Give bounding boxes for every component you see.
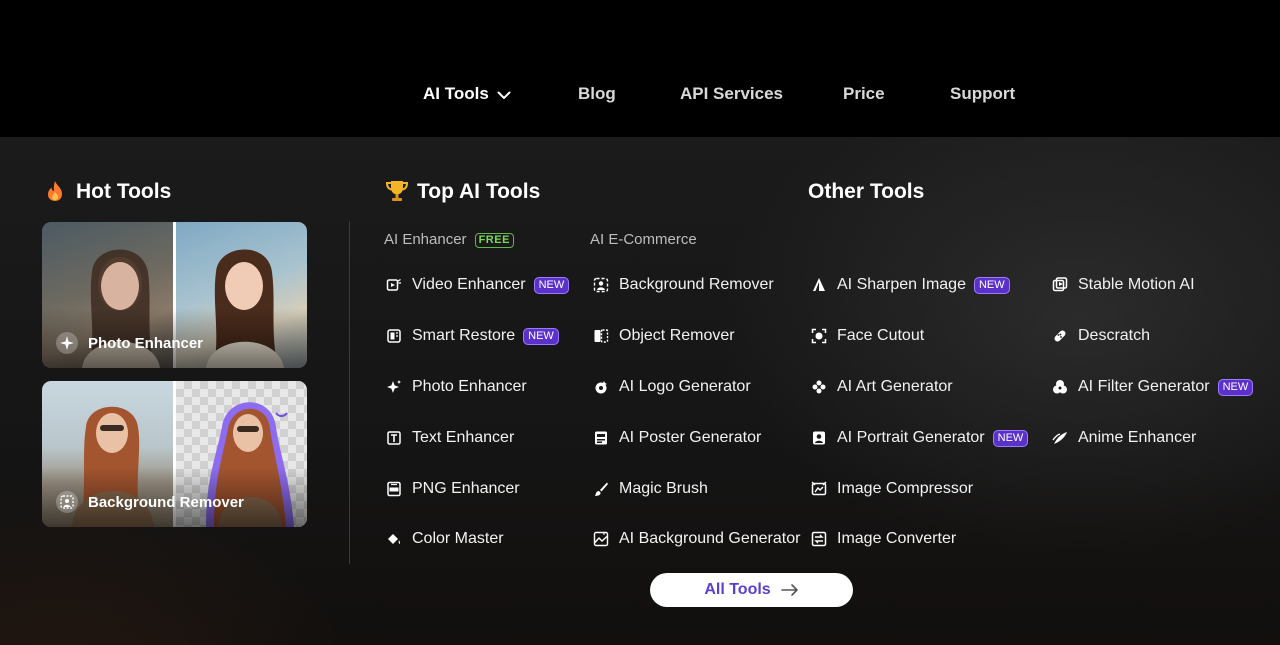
nav-support[interactable]: Support [950,84,1015,104]
text-icon [386,430,402,446]
menu-item-label: Color Master [412,530,504,547]
all-tools-label: All Tools [704,581,771,598]
png-icon [386,481,402,497]
ai-enhancer-heading: AI Enhancer FREE [384,231,514,248]
top-ai-tools-title: Top AI Tools [417,180,541,203]
portrait-icon [811,430,827,446]
free-badge: FREE [474,232,514,248]
face-cutout-icon [811,328,827,344]
card-label: Photo Enhancer [88,335,204,352]
poster-icon [593,430,609,446]
menu-item-image-compressor[interactable]: Image Compressor [811,478,973,500]
all-tools-button[interactable]: All Tools [650,573,853,607]
card-label: Background Remover [88,494,244,511]
sparkle-icon [386,379,402,395]
menu-item-label: Image Compressor [837,480,974,497]
new-badge: NEW [523,327,559,345]
bg-remove-icon [593,277,609,293]
menu-item-label: Anime Enhancer [1078,429,1197,446]
ai-ecommerce-heading: AI E-Commerce [590,231,697,248]
menu-item-label: Stable Motion AI [1078,276,1195,293]
nav-price[interactable]: Price [843,84,885,104]
menu-item-image-converter[interactable]: Image Converter [811,528,956,550]
brush-icon [593,481,609,497]
other-tools-title: Other Tools [808,180,925,203]
hot-tools-title: Hot Tools [76,180,172,203]
menu-item-label: Face Cutout [837,327,925,344]
menu-item-label: AI Art Generator [837,378,953,395]
menu-item-descratch[interactable]: Descratch [1052,325,1150,347]
menu-item-png-enhancer[interactable]: PNG Enhancer [386,478,520,500]
video-icon [386,277,402,293]
sharpen-icon [811,277,827,293]
sparkle-icon [56,332,78,354]
anime-icon [1052,430,1068,446]
menu-item-ai-sharpen-image[interactable]: AI Sharpen Image NEW [811,274,1010,296]
descratch-icon [1052,328,1068,344]
restore-icon [386,328,402,344]
new-badge: NEW [533,276,570,294]
menu-item-stable-motion-ai[interactable]: Stable Motion AI [1052,274,1195,296]
ai-enhancer-heading-label: AI Enhancer [384,231,467,248]
chevron-down-icon [497,85,511,105]
nav-ai-tools[interactable]: AI Tools [423,84,511,105]
menu-item-label: Descratch [1078,327,1151,344]
nav-api-services[interactable]: API Services [680,84,783,104]
hot-tool-card-photo-enhancer[interactable]: Photo Enhancer [42,222,307,368]
arrow-right-icon [780,583,799,597]
menu-item-label: AI Filter Generator [1078,378,1210,395]
menu-item-face-cutout[interactable]: Face Cutout [811,325,924,347]
menu-item-ai-logo-generator[interactable]: AI Logo Generator [593,376,751,398]
menu-item-label: AI Sharpen Image [837,276,966,293]
menu-item-ai-portrait-generator[interactable]: AI Portrait Generator NEW [811,427,1029,449]
menu-item-label: AI Logo Generator [619,378,751,395]
menu-item-label: Smart Restore [412,327,516,344]
menu-item-label: AI Poster Generator [619,429,762,446]
art-icon [811,379,827,395]
menu-item-ai-filter-generator[interactable]: AI Filter Generator NEW [1052,376,1254,398]
new-badge: NEW [973,276,1010,294]
menu-item-label: AI Background Generator [619,530,801,547]
nav-ai-tools-label: AI Tools [423,84,489,103]
menu-item-ai-background-generator[interactable]: AI Background Generator [593,528,800,550]
menu-item-label: AI Portrait Generator [837,429,985,446]
menu-item-ai-poster-generator[interactable]: AI Poster Generator [593,427,761,449]
hot-tool-card-background-remover[interactable]: Background Remover [42,381,307,527]
menu-item-photo-enhancer[interactable]: Photo Enhancer [386,376,527,398]
section-divider [349,221,350,564]
menu-item-label: Object Remover [619,327,735,344]
fire-icon [45,180,65,207]
paint-bucket-icon [386,531,402,547]
motion-icon [1052,277,1068,293]
trophy-icon [385,180,409,207]
convert-icon [811,531,827,547]
menu-item-label: PNG Enhancer [412,480,520,497]
menu-item-label: Photo Enhancer [412,378,527,395]
logo-icon [593,379,609,395]
new-badge: NEW [1217,378,1254,396]
new-badge: NEW [992,429,1029,447]
filter-icon [1052,379,1068,395]
menu-item-smart-restore[interactable]: Smart Restore NEW [386,325,559,347]
menu-item-ai-art-generator[interactable]: AI Art Generator [811,376,953,398]
object-remove-icon [593,328,609,344]
menu-item-anime-enhancer[interactable]: Anime Enhancer [1052,427,1196,449]
portrait-cutout-icon [56,491,78,513]
nav-blog[interactable]: Blog [578,84,616,104]
menu-item-magic-brush[interactable]: Magic Brush [593,478,708,500]
menu-item-video-enhancer[interactable]: Video Enhancer NEW [386,274,570,296]
menu-item-label: Background Remover [619,276,774,293]
menu-item-background-remover[interactable]: Background Remover [593,274,774,296]
menu-item-object-remover[interactable]: Object Remover [593,325,735,347]
menu-item-text-enhancer[interactable]: Text Enhancer [386,427,514,449]
menu-item-label: Video Enhancer [412,276,526,293]
bg-generate-icon [593,531,609,547]
menu-item-label: Image Converter [837,530,957,547]
menu-item-color-master[interactable]: Color Master [386,528,504,550]
menu-item-label: Text Enhancer [412,429,515,446]
top-navigation: AI Tools Blog API Services Price Support [0,0,1280,137]
menu-item-label: Magic Brush [619,480,708,497]
compress-icon [811,481,827,497]
